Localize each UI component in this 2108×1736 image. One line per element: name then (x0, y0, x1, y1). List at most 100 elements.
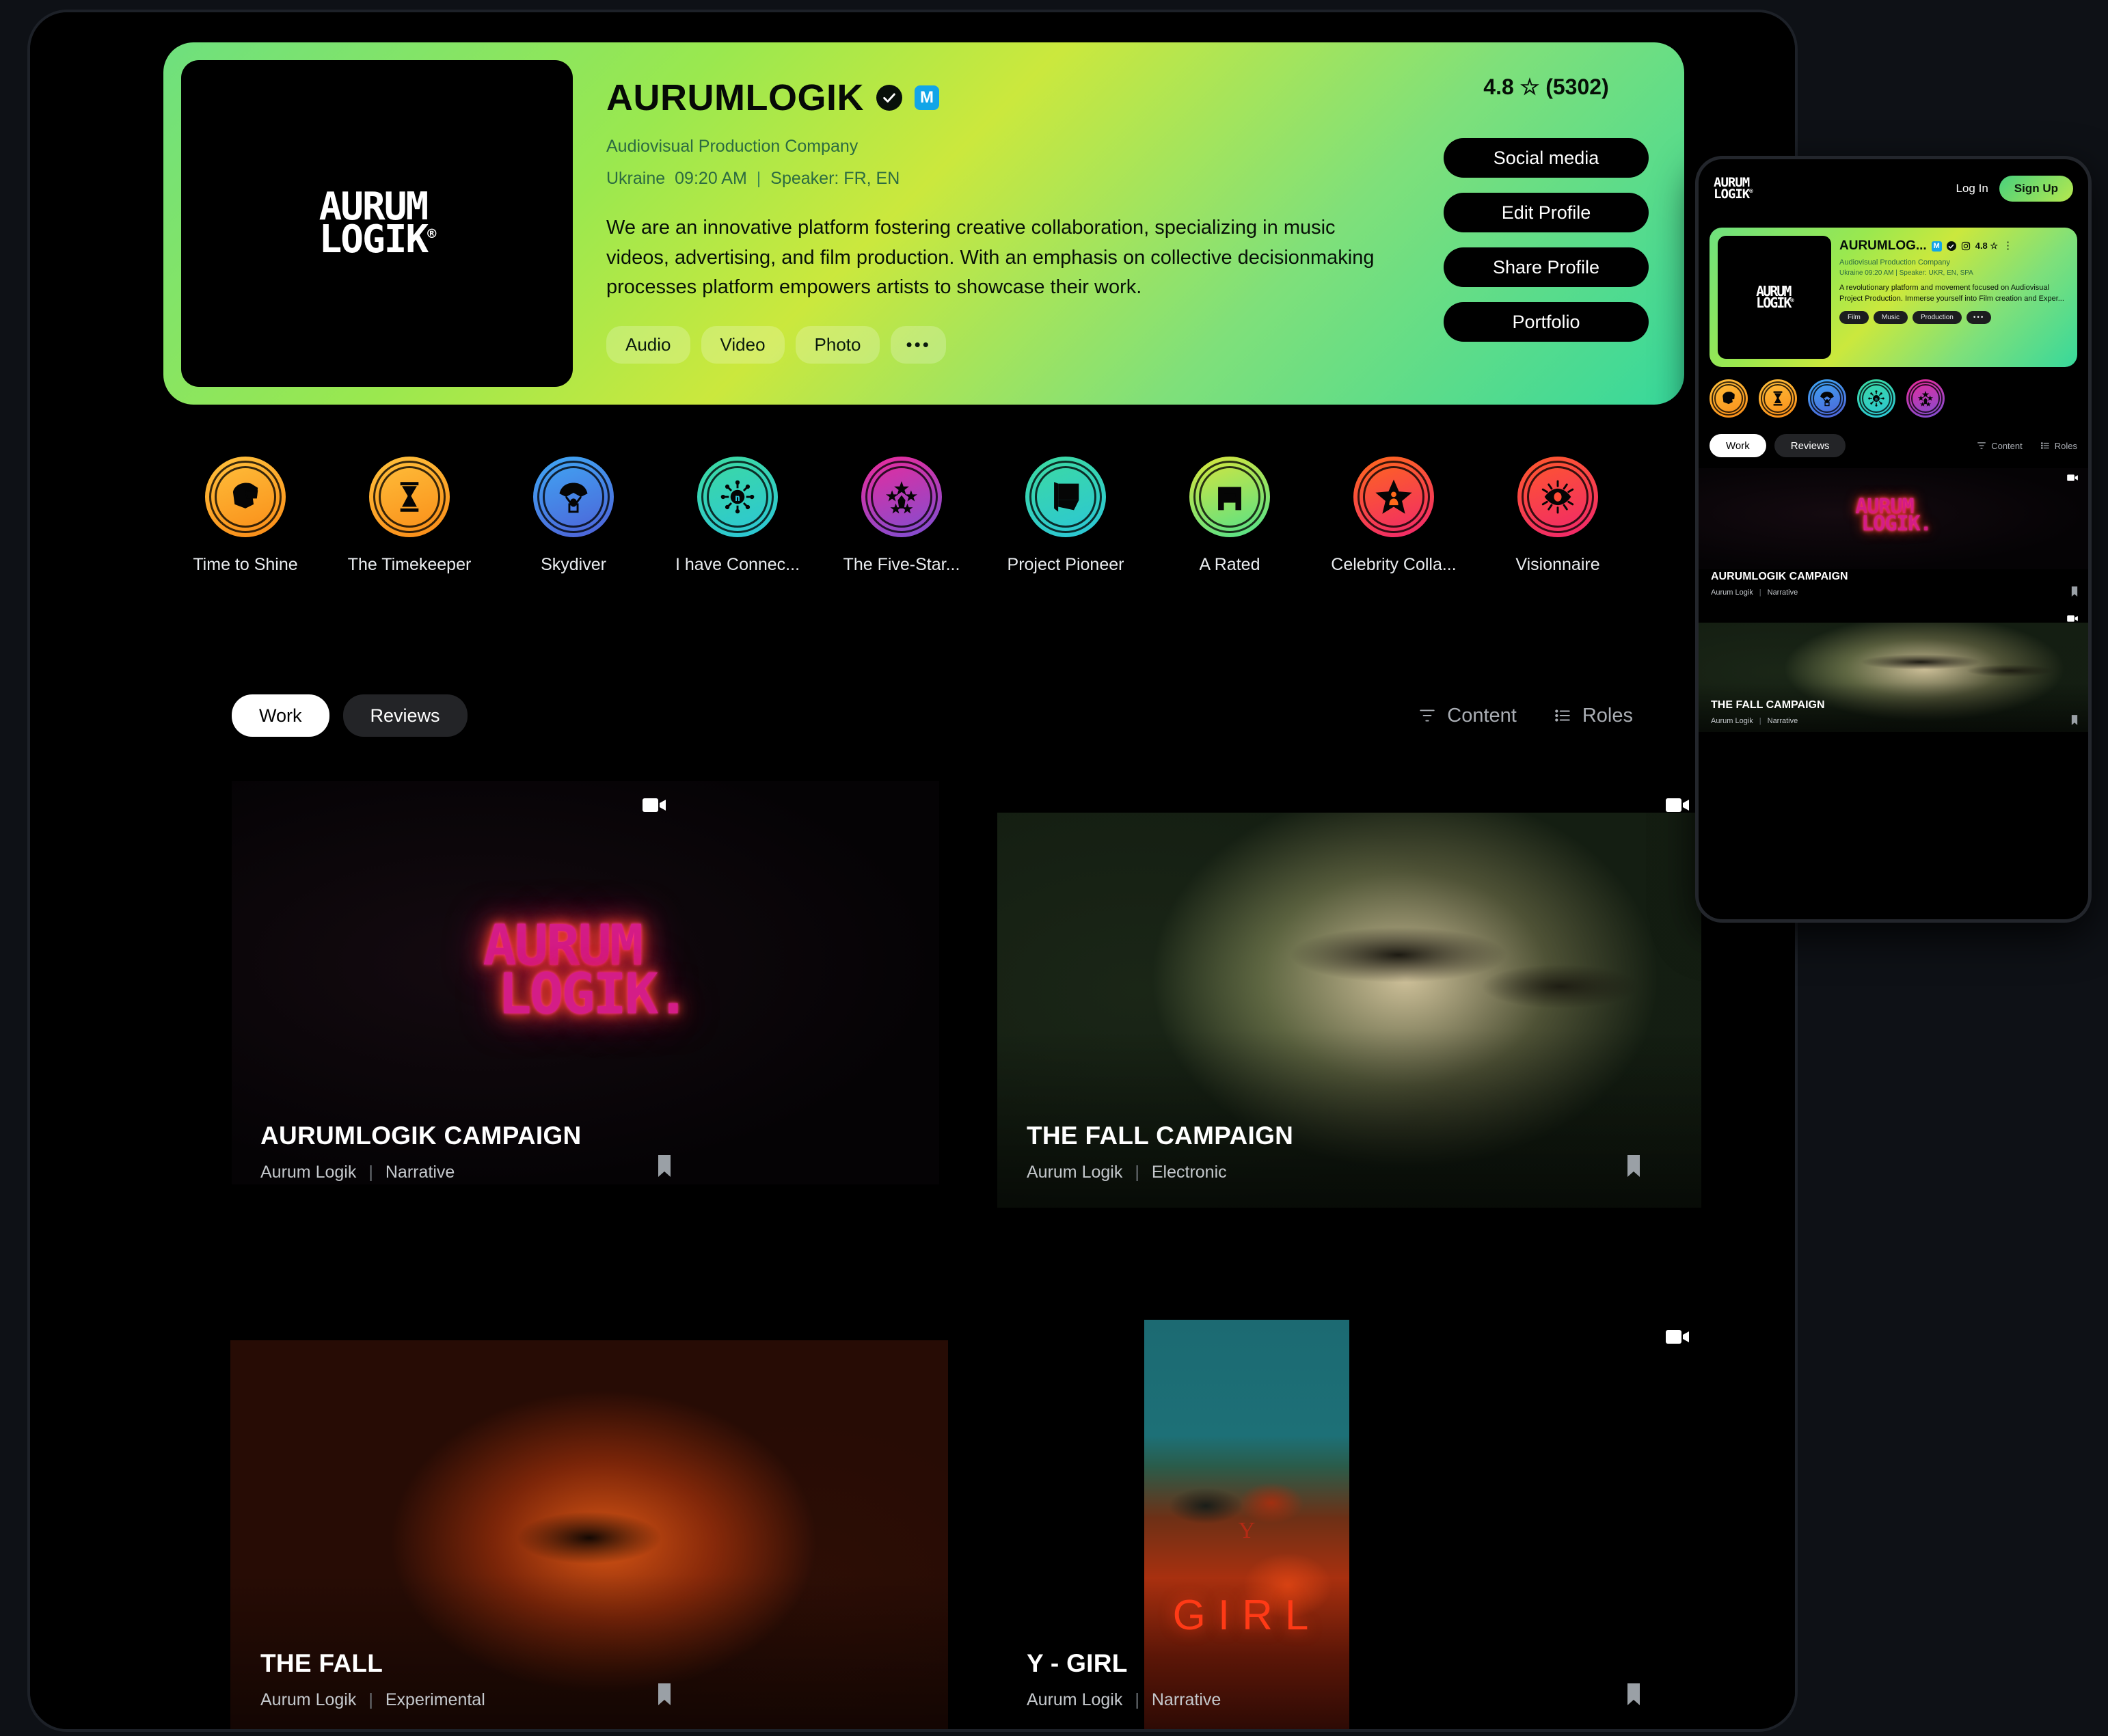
card-separator: | (368, 1690, 373, 1709)
badge-item[interactable]: Celebrity Colla... (1312, 457, 1476, 575)
phone-filter-content[interactable]: Content (1977, 441, 2023, 451)
phone-work-cards: AURUM LOGIK. AURUMLOGIK CAMPAIGN Aurum L… (1699, 468, 2088, 919)
bookmark-icon[interactable] (1625, 1154, 1643, 1178)
phone-filter-controls: Content Roles (1977, 441, 2077, 451)
tag-video[interactable]: Video (701, 325, 785, 364)
bookmark-icon[interactable] (656, 1154, 673, 1178)
helmet-icon (205, 457, 286, 537)
bookmark-icon[interactable] (1625, 1682, 1643, 1707)
phone-filter-roles[interactable]: Roles (2040, 441, 2077, 451)
portfolio-button[interactable]: Portfolio (1444, 302, 1649, 342)
five-stars-icon[interactable] (1906, 379, 1945, 418)
badge-label: The Five-Star... (843, 555, 960, 574)
filter-roles[interactable]: Roles (1554, 705, 1633, 727)
login-button[interactable]: Log In (1956, 182, 1988, 195)
badge-item[interactable]: Project Pioneer (984, 457, 1148, 575)
badge-item[interactable]: A Rated (1148, 457, 1312, 575)
phone-filter-content-label: Content (1991, 440, 2023, 451)
phone-work-card-the-fall-campaign[interactable]: THE FALL CAMPAIGN Aurum Logik | Narrativ… (1699, 614, 2088, 751)
badge-label: Visionnaire (1515, 555, 1600, 574)
phone-tag-production[interactable]: Production (1913, 310, 1962, 324)
phone-tags-more-button[interactable]: ••• (1966, 310, 1992, 324)
tag-photo[interactable]: Photo (795, 325, 880, 364)
phone-card-genre: Narrative (1767, 588, 1798, 597)
badge-label: Time to Shine (193, 555, 298, 574)
work-card-the-fall-campaign[interactable]: THE FALL CAMPAIGN Aurum Logik | Electron… (939, 781, 1701, 1232)
bookmark-icon[interactable] (2070, 714, 2079, 726)
verified-check-icon (1946, 241, 1956, 251)
hourglass-icon[interactable] (1759, 379, 1797, 418)
avatar-logo-line2: LOGIK® (319, 217, 437, 262)
badge-label: I have Connec... (675, 555, 800, 574)
work-card-aurumlogik-campaign[interactable]: AURUM LOGIK. AURUMLOGIK CAMPAIGN Aurum L… (232, 781, 939, 1232)
tab-work[interactable]: Work (232, 694, 329, 737)
card-author: Aurum Logik (1027, 1690, 1123, 1709)
phone-tag-film[interactable]: Film (1839, 310, 1869, 324)
phone-tab-work[interactable]: Work (1710, 434, 1766, 457)
card-separator: | (1135, 1163, 1139, 1182)
phone-card-author: Aurum Logik (1711, 717, 1753, 725)
phone-tab-reviews[interactable]: Reviews (1774, 434, 1846, 457)
signup-button[interactable]: Sign Up (1999, 176, 2073, 202)
badge-label: Celebrity Colla... (1331, 555, 1457, 574)
phone-profile-tags: Film Music Production ••• (1839, 310, 2069, 324)
phone-membership-badge: M (1931, 241, 1942, 252)
star-person-icon (1353, 457, 1434, 537)
badge-glyph (390, 477, 429, 517)
filter-content[interactable]: Content (1418, 705, 1517, 727)
badge-item[interactable]: The Five-Star... (820, 457, 984, 575)
card-author: Aurum Logik (1027, 1163, 1123, 1182)
a-letter-icon (1189, 457, 1270, 537)
profile-avatar[interactable]: AURUM LOGIK® (181, 60, 573, 387)
video-type-icon (643, 796, 667, 814)
phone-card-separator: | (1759, 588, 1761, 597)
social-media-button[interactable]: Social media (1444, 138, 1649, 178)
tags-more-button[interactable]: ••• (891, 325, 946, 364)
tab-reviews[interactable]: Reviews (342, 694, 468, 737)
phone-profile-bio: A revolutionary platform and movement fo… (1839, 284, 2064, 303)
badge-item[interactable]: n I have Connec... (656, 457, 820, 575)
five-stars-icon (861, 457, 942, 537)
helmet-icon[interactable] (1710, 379, 1748, 418)
edit-profile-button[interactable]: Edit Profile (1444, 193, 1649, 232)
badge-item[interactable]: Time to Shine (163, 457, 327, 575)
phone-brand-logo[interactable]: AURUM LOGIK® (1714, 176, 1753, 201)
badge-glyph (1046, 477, 1085, 517)
bookmark-icon[interactable] (2070, 586, 2079, 597)
network-icon[interactable]: n (1857, 379, 1895, 418)
work-card-the-fall[interactable]: THE FALL Aurum Logik | Experimental (230, 1307, 948, 1729)
phone-tag-music[interactable]: Music (1873, 310, 1908, 324)
phone-avatar-logo: AURUM LOGIK® (1756, 284, 1794, 310)
profile-time: 09:20 AM (675, 169, 747, 188)
badge-glyph (1538, 477, 1578, 517)
phone-profile-info: AURUMLOG... M 4.8 ☆ ⋮ Audiovisual Produc… (1839, 239, 2069, 324)
phone-profile-avatar[interactable]: AURUM LOGIK® (1718, 236, 1831, 359)
tag-audio[interactable]: Audio (606, 325, 690, 364)
list-lines-icon (2040, 441, 2050, 450)
parachute-icon[interactable] (1808, 379, 1846, 418)
registered-trademark-icon: ® (1790, 297, 1794, 305)
badge-item[interactable]: Visionnaire (1476, 457, 1640, 575)
badge-label: Project Pioneer (1007, 555, 1124, 574)
profile-speaker: Speaker: FR, EN (770, 169, 900, 188)
kebab-menu-icon[interactable]: ⋮ (2003, 241, 2013, 251)
phone-profile-card: AURUM LOGIK® AURUMLOG... M 4.8 ☆ ⋮ Audio… (1710, 228, 2077, 367)
badge-glyph: n (718, 477, 757, 517)
phone-work-card-aurumlogik-campaign[interactable]: AURUM LOGIK. AURUMLOGIK CAMPAIGN Aurum L… (1699, 468, 2088, 605)
neon-logo-line2: LOGIK. (498, 962, 690, 1027)
phone-filter-roles-label: Roles (2054, 440, 2077, 451)
work-card-y-girl[interactable]: Y GIRL Y - GIRL Aurum Logik | Narrative (939, 1307, 1689, 1729)
card-genre: Electronic (1151, 1163, 1227, 1182)
video-type-icon (1666, 1328, 1690, 1346)
video-type-icon (2067, 474, 2079, 482)
share-profile-button[interactable]: Share Profile (1444, 247, 1649, 287)
content-tabs-row: Work Reviews Content Roles (232, 694, 1633, 737)
badge-item[interactable]: Skydiver (491, 457, 656, 575)
instagram-icon[interactable] (1961, 241, 1971, 251)
phone-card-title: THE FALL CAMPAIGN (1711, 699, 1825, 711)
phone-neon-logo-artwork: AURUM LOGIK. (1855, 496, 1932, 534)
bookmark-icon[interactable] (656, 1682, 673, 1707)
badge-glyph (1374, 477, 1414, 517)
card-author: Aurum Logik (260, 1690, 357, 1709)
badge-item[interactable]: The Timekeeper (327, 457, 491, 575)
